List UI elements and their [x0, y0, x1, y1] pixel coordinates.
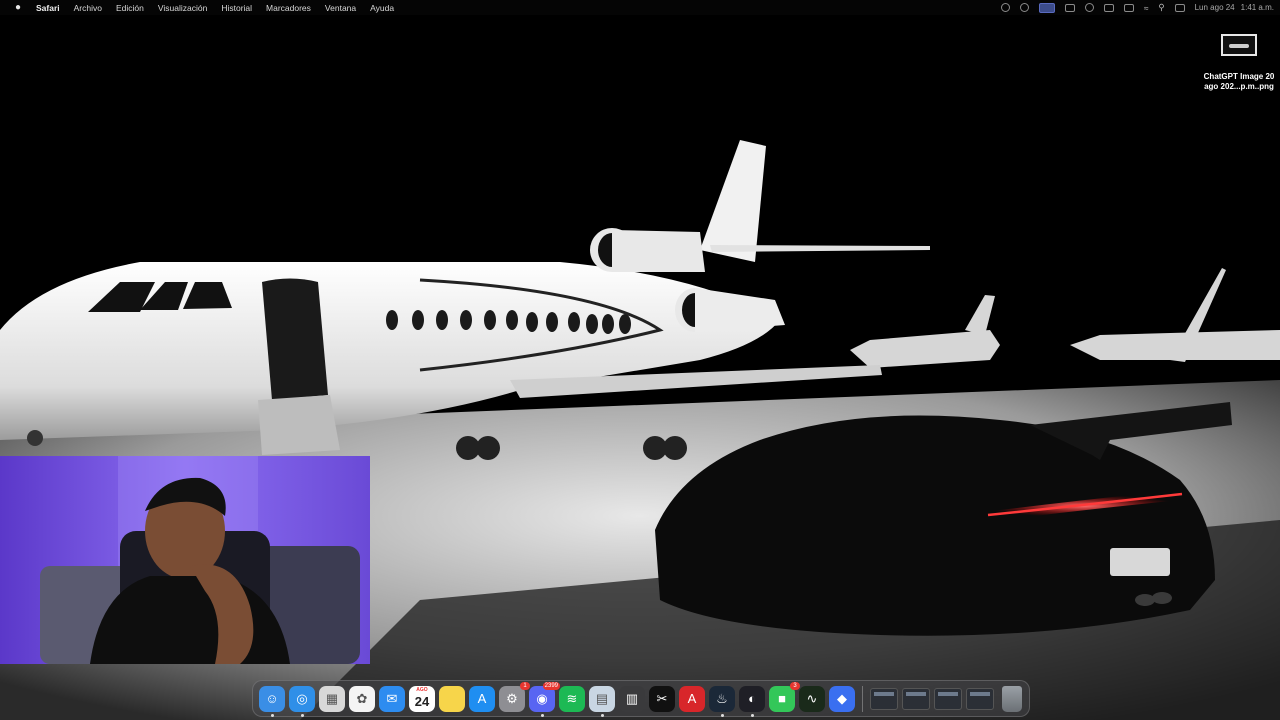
dock-app-capcut[interactable]: ✂	[649, 685, 675, 712]
dock-app-photos[interactable]: ✿	[349, 685, 375, 712]
dock-app-safari[interactable]: ◎	[289, 685, 315, 717]
notification-badge: 3	[790, 681, 800, 690]
dock-app-app-store[interactable]: A	[469, 685, 495, 712]
file-name-line2: ago 202...p.m..png	[1204, 82, 1274, 91]
menu-item-archivo[interactable]: Archivo	[74, 3, 102, 13]
photos-icon: ✿	[356, 690, 368, 706]
menu-item-visualizacion[interactable]: Visualización	[158, 3, 207, 13]
activity-monitor-icon: ∿	[806, 690, 818, 706]
dock-app-preview[interactable]: ▤	[589, 685, 615, 717]
gear-icon: ⚙	[506, 690, 518, 706]
dock-app-facetime[interactable]: ■ 3	[769, 681, 800, 712]
running-indicator	[541, 713, 544, 717]
screen-record-icon[interactable]	[1038, 2, 1055, 13]
clock-time: 1:41 a.m.	[1240, 3, 1274, 12]
dock-app-calculator[interactable]: ▥	[619, 685, 645, 712]
dock-app-discord[interactable]: ◉ 2399	[529, 681, 560, 717]
menu-app-name[interactable]: Safari	[36, 3, 60, 13]
search-icon[interactable]: ⚲	[1158, 2, 1164, 13]
dock-app-acrobat[interactable]: A	[679, 685, 705, 712]
dock-app-system-settings[interactable]: ⚙ 1	[499, 681, 530, 712]
minimized-window-3[interactable]	[934, 687, 962, 710]
dock-app-calendar[interactable]: AGO 24	[409, 685, 435, 712]
dock-app-finder[interactable]: ☺	[259, 685, 285, 717]
menu-clock[interactable]: Lun ago 24 1:41 a.m.	[1195, 3, 1274, 12]
facetime-icon: ■	[778, 691, 786, 706]
spotify-icon: ≋	[566, 690, 578, 706]
minimized-window-4[interactable]	[966, 687, 994, 710]
battery-icon[interactable]	[1123, 3, 1134, 12]
menu-item-marcadores[interactable]: Marcadores	[266, 3, 311, 13]
calendar-month: AGO	[416, 686, 428, 693]
minimized-window-1[interactable]	[870, 687, 898, 710]
mail-icon: ✉	[386, 690, 398, 706]
webcam-overlay	[0, 456, 370, 664]
running-indicator	[601, 713, 604, 717]
launchpad-icon: ▦	[325, 690, 339, 706]
focus-icon[interactable]	[1084, 3, 1094, 12]
file-name-line1: ChatGPT Image 20	[1203, 72, 1275, 81]
calendar-day: 24	[414, 693, 430, 709]
running-indicator	[271, 713, 274, 717]
acrobat-icon: A	[687, 691, 697, 706]
dock-app-notes[interactable]	[439, 685, 465, 712]
desktop-file-chatgpt-image[interactable]: ChatGPT Image 20 ago 202...p.m..png	[1198, 34, 1280, 92]
dock-separator	[862, 685, 863, 712]
dock-app-roblox[interactable]: ◆	[829, 685, 855, 712]
control-center-icon[interactable]	[1174, 3, 1185, 12]
capcut-icon: ✂	[656, 690, 668, 706]
steam-icon: ♨	[716, 690, 728, 706]
safari-icon: ◎	[296, 690, 308, 706]
wifi-icon[interactable]: ≈	[1144, 3, 1149, 13]
minimized-window-2[interactable]	[902, 687, 930, 710]
preview-icon: ▤	[595, 690, 609, 706]
trash-icon[interactable]	[1002, 685, 1022, 712]
running-indicator	[751, 713, 754, 717]
roblox-icon: ◆	[837, 690, 847, 706]
image-file-icon	[1221, 34, 1257, 56]
dock-app-spotify[interactable]: ≋	[559, 685, 585, 712]
running-indicator	[721, 713, 724, 717]
dock: ☺ ◎ ▦ ✿ ✉ AGO 24 A ⚙ 1 ◉ 2399 ≋ ▤ ▥ ✂ A ♨ ◐ ■ 3 ∿ ◆	[252, 680, 1030, 717]
dock-app-obs[interactable]: ◐	[739, 685, 765, 717]
menu-item-ventana[interactable]: Ventana	[325, 3, 356, 13]
dock-app-launchpad[interactable]: ▦	[319, 685, 345, 712]
menu-bar: ● Safari Archivo Edición Visualización H…	[0, 0, 1280, 15]
finder-icon: ☺	[265, 691, 279, 706]
menu-item-ayuda[interactable]: Ayuda	[370, 3, 394, 13]
display-icon[interactable]	[1103, 3, 1114, 12]
calculator-icon: ▥	[625, 690, 639, 706]
status-area: ≈ ⚲ Lun ago 24 1:41 a.m.	[1000, 0, 1274, 15]
notification-badge: 2399	[542, 681, 560, 690]
status-menu-icon[interactable]	[1064, 3, 1075, 12]
apple-icon[interactable]: ●	[0, 2, 36, 13]
menu-item-historial[interactable]: Historial	[221, 3, 252, 13]
clock-date: Lun ago 24	[1194, 3, 1235, 12]
status-extra-icon[interactable]	[1000, 3, 1010, 12]
menu-item-edicion[interactable]: Edición	[116, 3, 144, 13]
status-app-icon[interactable]	[1019, 3, 1029, 12]
discord-icon: ◉	[536, 690, 548, 706]
notification-badge: 1	[520, 681, 530, 690]
app-store-icon: A	[477, 691, 487, 706]
dock-app-mail[interactable]: ✉	[379, 685, 405, 712]
obs-icon: ◐	[748, 691, 756, 706]
dock-app-steam[interactable]: ♨	[709, 685, 735, 717]
dock-app-activity-monitor[interactable]: ∿	[799, 685, 825, 712]
running-indicator	[301, 713, 304, 717]
